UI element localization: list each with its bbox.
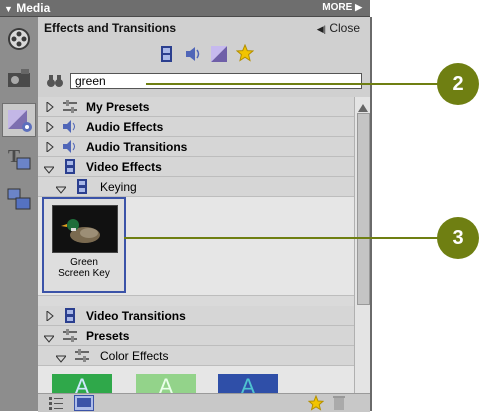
monitor-icon xyxy=(77,398,91,407)
window-titlebar: ▼ Media MORE ▶ xyxy=(0,0,370,17)
effects-icon xyxy=(8,110,32,132)
search-input[interactable] xyxy=(70,73,362,89)
speaker-icon xyxy=(62,119,78,134)
effects-button[interactable] xyxy=(2,103,36,137)
sliders-icon xyxy=(62,328,78,343)
tree-item-presets[interactable]: Presets xyxy=(38,326,354,346)
tree-item-color-effects[interactable]: Color Effects xyxy=(38,346,354,366)
preset-thumbnail[interactable]: A xyxy=(52,374,112,393)
expand-arrow-icon xyxy=(46,309,54,324)
trash-icon xyxy=(333,396,345,410)
sliders-icon xyxy=(74,348,90,363)
themes-button[interactable] xyxy=(3,183,35,215)
transition-filter-button[interactable] xyxy=(210,45,228,66)
camera-icon xyxy=(8,69,30,87)
tree-item-audio-transitions[interactable]: Audio Transitions xyxy=(38,137,354,157)
video-film-icon xyxy=(62,159,78,174)
video-film-icon xyxy=(62,308,78,323)
play-arrow-icon: ▶ xyxy=(355,2,362,12)
scrollbar-thumb[interactable] xyxy=(357,113,370,305)
effect-items-area: Green Screen Key xyxy=(38,197,354,296)
star-icon xyxy=(307,394,325,411)
video-film-icon xyxy=(161,46,172,62)
thumbnail-view-button[interactable] xyxy=(74,395,94,411)
collapse-arrow-icon xyxy=(42,332,56,346)
stacked-frames-icon xyxy=(7,188,31,210)
video-film-icon xyxy=(74,179,90,194)
tree-item-keying[interactable]: Keying xyxy=(38,177,354,197)
duck-thumbnail xyxy=(52,205,118,253)
media-sidebar: T xyxy=(0,17,38,411)
green-screen-key-effect[interactable]: Green Screen Key xyxy=(42,197,126,293)
star-icon xyxy=(235,43,255,62)
callout-badge-2: 2 xyxy=(437,63,479,105)
effects-panel: Effects and Transitions ◀| Close green M… xyxy=(38,17,372,412)
back-arrow-icon: ◀| xyxy=(316,24,326,34)
preset-thumbnail[interactable]: A xyxy=(218,374,278,393)
panel-title: Effects and Transitions xyxy=(44,21,177,35)
preset-thumbnail[interactable]: A xyxy=(136,374,196,393)
expand-arrow-icon xyxy=(46,120,54,135)
tree-item-video-effects[interactable]: Video Effects xyxy=(38,157,354,177)
video-filter-button[interactable] xyxy=(158,45,176,66)
close-button[interactable]: ◀| Close xyxy=(317,21,360,35)
effect-label: Green Screen Key xyxy=(58,257,110,279)
tree-item-video-transitions[interactable]: Video Transitions xyxy=(38,306,354,326)
collapse-arrow-icon xyxy=(54,183,68,197)
transition-icon xyxy=(211,46,227,62)
collapse-triangle-icon: ▼ xyxy=(4,4,13,14)
add-favorite-button[interactable] xyxy=(307,394,325,414)
preset-items-area: A A A xyxy=(38,366,354,393)
binoculars-icon xyxy=(46,73,64,92)
favorites-filter-button[interactable] xyxy=(235,43,255,65)
window-title[interactable]: ▼ Media xyxy=(4,1,50,15)
title-text-icon: T xyxy=(8,146,31,170)
panel-header: Effects and Transitions ◀| Close xyxy=(38,17,370,39)
camera-button[interactable] xyxy=(3,63,35,95)
search-row xyxy=(38,69,370,95)
speaker-icon xyxy=(186,47,200,61)
tree-item-audio-effects[interactable]: Audio Effects xyxy=(38,117,354,137)
filter-toolbar xyxy=(38,41,370,67)
film-reel-icon xyxy=(8,28,30,50)
titles-button[interactable]: T xyxy=(3,143,35,175)
collapse-arrow-icon xyxy=(42,163,56,177)
collapse-arrow-icon xyxy=(54,352,68,366)
panel-bottom-bar xyxy=(38,393,370,412)
callout-line-2 xyxy=(146,83,442,85)
list-view-button[interactable] xyxy=(48,396,64,413)
tree-item-my-presets[interactable]: My Presets xyxy=(38,97,354,117)
film-reel-button[interactable] xyxy=(3,23,35,55)
expand-arrow-icon xyxy=(46,140,54,155)
callout-badge-3: 3 xyxy=(437,217,479,259)
effects-tree: My Presets Audio Effects Audio Transitio… xyxy=(38,97,370,393)
more-menu-button[interactable]: MORE ▶ xyxy=(322,2,362,13)
expand-arrow-icon xyxy=(46,100,54,115)
list-view-icon xyxy=(49,397,63,410)
sliders-icon xyxy=(62,99,78,114)
audio-filter-button[interactable] xyxy=(184,45,202,66)
delete-button[interactable] xyxy=(332,395,346,414)
vertical-scrollbar[interactable] xyxy=(354,97,370,393)
callout-line-3 xyxy=(124,237,442,239)
speaker-icon xyxy=(62,139,78,154)
